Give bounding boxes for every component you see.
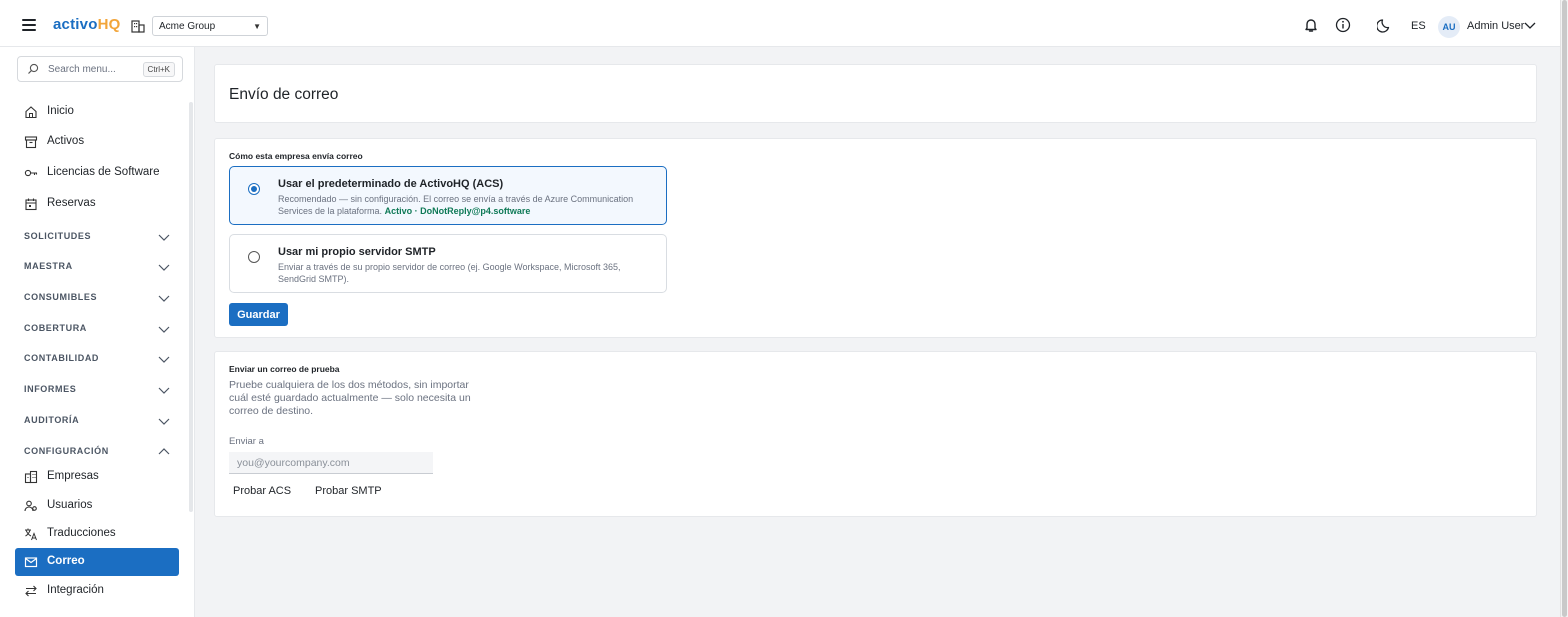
sidebar-item-label: Inicio	[47, 105, 74, 117]
home-icon	[25, 106, 37, 119]
section-label: INFORMES	[24, 384, 77, 394]
logo-text-primary: activo	[53, 16, 98, 33]
send-to-label: Enviar a	[229, 436, 264, 447]
chevron-down-icon[interactable]	[1524, 20, 1536, 30]
mail-config-card: Cómo esta empresa envía correo Usar el p…	[214, 138, 1537, 338]
sidebar-item-empresas[interactable]: Empresas	[15, 463, 179, 491]
buildings-icon	[24, 470, 38, 484]
option-acs-title: Usar el predeterminado de ActivoHQ (ACS)	[278, 178, 504, 190]
section-label: CONFIGURACIÓN	[24, 446, 109, 456]
section-label: COBERTURA	[24, 323, 87, 333]
sidebar-item-traducciones[interactable]: Traducciones	[15, 520, 179, 548]
sidebar-item-label: Activos	[47, 135, 85, 147]
sidebar-item-usuarios[interactable]: Usuarios	[15, 492, 179, 520]
chevron-down-icon	[158, 387, 170, 394]
email-field[interactable]	[229, 452, 433, 474]
language-switcher[interactable]: ES	[1411, 20, 1426, 32]
section-label: SOLICITUDES	[24, 231, 92, 241]
page-scrollbar-thumb[interactable]	[1562, 0, 1567, 617]
sidebar-item-label: Integración	[47, 584, 104, 596]
chevron-down-icon	[158, 234, 170, 241]
sidebar-item-integracion[interactable]: Integración	[15, 577, 179, 605]
sidebar-item-label: Empresas	[47, 470, 99, 482]
test-mail-card: Enviar un correo de prueba Pruebe cualqu…	[214, 351, 1537, 517]
sidebar-item-label: Correo	[47, 555, 85, 567]
chevron-down-icon	[158, 326, 170, 333]
organization-value: Acme Group	[159, 20, 216, 32]
users-icon	[24, 500, 37, 512]
config-heading: Cómo esta empresa envía correo	[229, 151, 363, 161]
sidebar-section-consumibles[interactable]: CONSUMIBLES	[15, 286, 179, 310]
sidebar-section-informes[interactable]: INFORMES	[15, 378, 179, 402]
logo-text-accent: HQ	[97, 16, 121, 33]
page-title: Envío de correo	[229, 86, 339, 103]
chevron-down-icon	[158, 264, 170, 271]
chevron-down-icon	[158, 295, 170, 302]
search-icon	[28, 63, 39, 74]
info-icon[interactable]	[1335, 17, 1351, 33]
chevron-down-icon: ▼	[253, 21, 261, 31]
sidebar-item-reservas[interactable]: Reservas	[15, 190, 179, 218]
status-badge: Activo · DoNotReply@p4.software	[384, 206, 531, 216]
sidebar-section-solicitudes[interactable]: SOLICITUDES	[15, 225, 179, 249]
top-bar: activoHQ Acme Group ▼ ES AU Admin User	[0, 0, 1560, 47]
moon-icon[interactable]	[1377, 17, 1393, 33]
chevron-down-icon	[158, 356, 170, 363]
sidebar-item-licencias[interactable]: Licencias de Software	[15, 159, 179, 187]
option-acs-description: Recomendado — sin configuración. El corr…	[278, 193, 658, 217]
box-icon	[24, 136, 38, 149]
building-icon	[131, 20, 145, 33]
sidebar-section-configuracion[interactable]: CONFIGURACIÓN	[15, 440, 179, 464]
page-header-card: Envío de correo	[214, 64, 1537, 123]
search-shortcut-badge: Ctrl+K	[142, 62, 175, 77]
sidebar-scrollbar[interactable]	[189, 102, 193, 512]
mail-icon	[24, 557, 38, 568]
avatar[interactable]: AU	[1438, 16, 1460, 38]
sidebar-item-label: Reservas	[47, 197, 96, 209]
app-logo[interactable]: activoHQ	[53, 16, 120, 33]
sidebar-item-correo[interactable]: Correo	[15, 548, 179, 576]
calendar-icon	[25, 198, 37, 211]
hamburger-icon[interactable]	[22, 19, 36, 31]
option-acs[interactable]: Usar el predeterminado de ActivoHQ (ACS)…	[229, 166, 667, 225]
sidebar-section-auditoria[interactable]: AUDITORÍA	[15, 409, 179, 433]
test-heading: Enviar un correo de prueba	[229, 364, 340, 374]
search-placeholder: Search menu...	[48, 64, 116, 75]
user-menu-name[interactable]: Admin User	[1467, 20, 1524, 32]
sidebar-item-label: Traducciones	[47, 527, 116, 539]
section-label: MAESTRA	[24, 261, 73, 271]
save-button[interactable]: Guardar	[229, 303, 288, 326]
bell-icon[interactable]	[1303, 17, 1319, 33]
search-input[interactable]: Search menu... Ctrl+K	[17, 56, 183, 82]
organization-select[interactable]: Acme Group ▼	[152, 16, 268, 36]
sidebar-item-label: Usuarios	[47, 499, 93, 511]
chevron-down-icon	[158, 418, 170, 425]
translate-icon	[25, 528, 37, 541]
section-label: CONSUMIBLES	[24, 292, 98, 302]
sidebar: Search menu... Ctrl+K Inicio Activos Lic…	[0, 47, 195, 617]
sidebar-section-cobertura[interactable]: COBERTURA	[15, 317, 179, 341]
test-description: Pruebe cualquiera de los dos métodos, si…	[229, 379, 471, 417]
sidebar-section-contabilidad[interactable]: CONTABILIDAD	[15, 347, 179, 371]
test-smtp-button[interactable]: Probar SMTP	[315, 485, 382, 497]
option-smtp-title: Usar mi propio servidor SMTP	[278, 246, 436, 258]
arrows-icon	[25, 585, 37, 597]
section-label: AUDITORÍA	[24, 415, 80, 425]
radio-smtp[interactable]	[248, 251, 260, 263]
sidebar-item-activos[interactable]: Activos	[15, 128, 179, 156]
sidebar-section-maestra[interactable]: MAESTRA	[15, 255, 179, 279]
option-smtp-description: Enviar a través de su propio servidor de…	[278, 262, 621, 284]
sidebar-item-inicio[interactable]: Inicio	[15, 98, 179, 126]
key-icon	[24, 169, 38, 177]
option-smtp[interactable]: Usar mi propio servidor SMTP Enviar a tr…	[229, 234, 667, 293]
radio-acs[interactable]	[248, 183, 260, 195]
page-scrollbar[interactable]	[1560, 0, 1568, 617]
test-acs-button[interactable]: Probar ACS	[233, 485, 291, 497]
sidebar-item-label: Licencias de Software	[47, 166, 160, 178]
section-label: CONTABILIDAD	[24, 353, 100, 363]
chevron-up-icon	[158, 448, 170, 455]
